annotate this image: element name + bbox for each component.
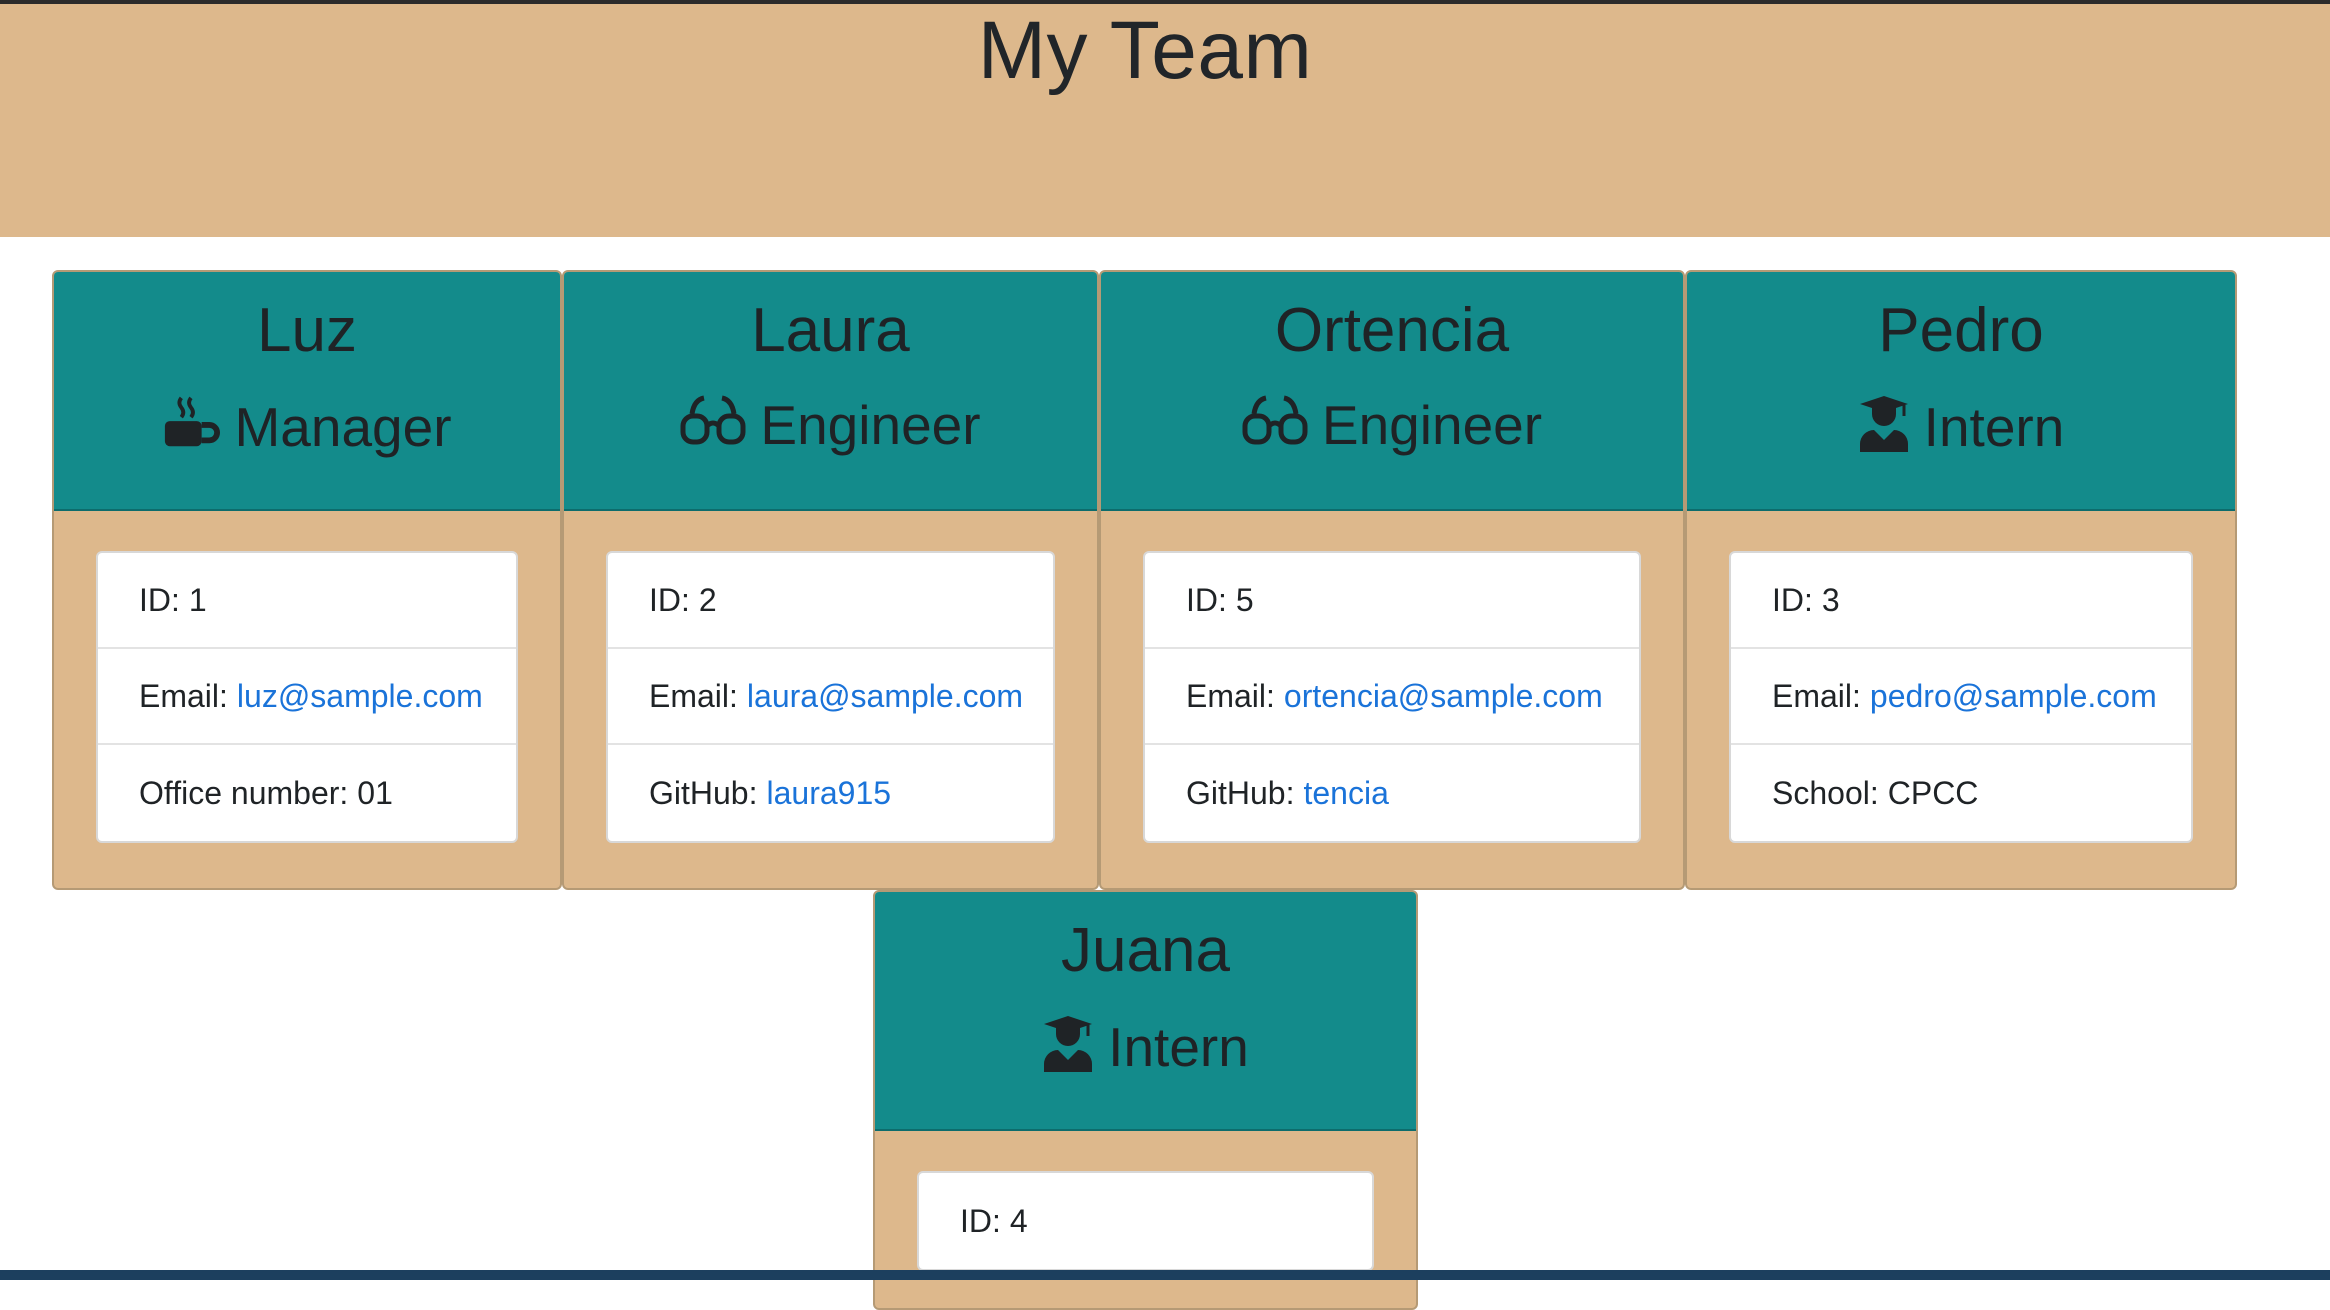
page-header: My Team <box>0 4 2330 237</box>
employee-role: Intern <box>875 1014 1416 1081</box>
email-item: Email: ortencia@sample.com <box>1145 649 1639 745</box>
id-label: ID: <box>1186 581 1227 618</box>
card-header: Ortencia Engineer <box>1101 272 1683 511</box>
employee-role: Engineer <box>564 394 1097 457</box>
employee-name: Pedro <box>1878 296 2044 365</box>
card-body: ID: 5 Email: ortencia@sample.com GitHub:… <box>1101 511 1683 883</box>
card-body: ID: 4 <box>875 1131 1416 1308</box>
employee-role: Intern <box>1687 394 2235 461</box>
github-label: GitHub: <box>649 774 758 811</box>
email-item: Email: luz@sample.com <box>98 649 516 745</box>
user-graduate-icon <box>1858 394 1910 461</box>
info-list: ID: 1 Email: luz@sample.com Office numbe… <box>96 551 518 843</box>
info-list: ID: 5 Email: ortencia@sample.com GitHub:… <box>1143 551 1641 843</box>
email-label: Email: <box>1772 677 1861 714</box>
office-number-item: Office number: 01 <box>98 745 516 841</box>
github-item: GitHub: tencia <box>1145 745 1639 841</box>
role-label: Intern <box>1108 1016 1249 1078</box>
id-value: 3 <box>1821 581 1840 618</box>
email-link[interactable]: ortencia@sample.com <box>1284 678 1603 715</box>
id-value: 5 <box>1235 581 1254 618</box>
id-label: ID: <box>139 581 180 618</box>
id-label: ID: <box>960 1202 1001 1239</box>
employee-name: Luz <box>257 296 357 365</box>
employee-name: Ortencia <box>1274 296 1510 365</box>
id-item: ID: 2 <box>608 553 1053 649</box>
card-body: ID: 2 Email: laura@sample.com GitHub: la… <box>564 511 1097 883</box>
email-item: Email: laura@sample.com <box>608 649 1053 745</box>
card-body: ID: 1 Email: luz@sample.com Office numbe… <box>54 511 560 883</box>
employee-card-juana: Juana Intern ID: 4 <box>873 890 1418 1310</box>
glasses-icon <box>1242 394 1308 457</box>
employee-name: Juana <box>1061 916 1230 985</box>
page-title: My Team <box>977 5 1313 96</box>
role-label: Engineer <box>760 394 981 456</box>
office-number-label: Office number: <box>139 774 349 811</box>
card-body: ID: 3 Email: pedro@sample.com School: CP… <box>1687 511 2235 883</box>
id-label: ID: <box>1772 581 1813 618</box>
email-item: Email: pedro@sample.com <box>1731 649 2191 745</box>
info-list: ID: 4 <box>917 1171 1374 1271</box>
github-link[interactable]: laura915 <box>766 775 891 812</box>
office-number-value: 01 <box>357 774 393 811</box>
school-item: School: CPCC <box>1731 745 2191 841</box>
email-link[interactable]: luz@sample.com <box>237 678 483 715</box>
editor-status-bar <box>0 1270 2330 1280</box>
id-item: ID: 4 <box>919 1173 1372 1269</box>
card-header: Laura Engineer <box>564 272 1097 511</box>
id-item: ID: 5 <box>1145 553 1639 649</box>
role-label: Manager <box>234 396 452 458</box>
card-header: Pedro Intern <box>1687 272 2235 511</box>
user-graduate-icon <box>1042 1014 1094 1081</box>
role-label: Intern <box>1923 396 2065 458</box>
school-label: School: <box>1772 774 1879 811</box>
id-value: 1 <box>188 581 207 618</box>
id-item: ID: 3 <box>1731 553 2191 649</box>
employee-role: Engineer <box>1101 394 1683 457</box>
email-link[interactable]: laura@sample.com <box>747 678 1023 715</box>
info-list: ID: 3 Email: pedro@sample.com School: CP… <box>1729 551 2193 843</box>
id-item: ID: 1 <box>98 553 516 649</box>
glasses-icon <box>680 394 746 457</box>
card-header: Luz Manager <box>54 272 560 511</box>
card-header: Juana Intern <box>875 892 1416 1131</box>
email-link[interactable]: pedro@sample.com <box>1870 678 2157 715</box>
email-label: Email: <box>139 677 228 714</box>
employee-role: Manager <box>54 394 560 461</box>
school-value: CPCC <box>1887 774 1979 811</box>
github-link[interactable]: tencia <box>1303 775 1388 812</box>
role-label: Engineer <box>1321 394 1543 456</box>
employee-name: Laura <box>751 296 910 365</box>
employee-card-pedro: Pedro Intern ID: 3 Email: pedro@sample.c… <box>1685 270 2237 890</box>
email-label: Email: <box>1186 677 1275 714</box>
employee-card-luz: Luz Manager ID: 1 Email: luz@sample.com <box>52 270 562 890</box>
id-value: 2 <box>698 581 717 618</box>
info-list: ID: 2 Email: laura@sample.com GitHub: la… <box>606 551 1055 843</box>
employee-card-ortencia: Ortencia Engineer ID: 5 Email: ortencia@… <box>1099 270 1685 890</box>
github-item: GitHub: laura915 <box>608 745 1053 841</box>
mug-hot-icon <box>162 394 221 461</box>
id-label: ID: <box>649 581 690 618</box>
github-label: GitHub: <box>1186 774 1295 811</box>
email-label: Email: <box>649 677 738 714</box>
employee-card-laura: Laura Engineer ID: 2 Email: laura@sample… <box>562 270 1099 890</box>
id-value: 4 <box>1009 1202 1028 1239</box>
